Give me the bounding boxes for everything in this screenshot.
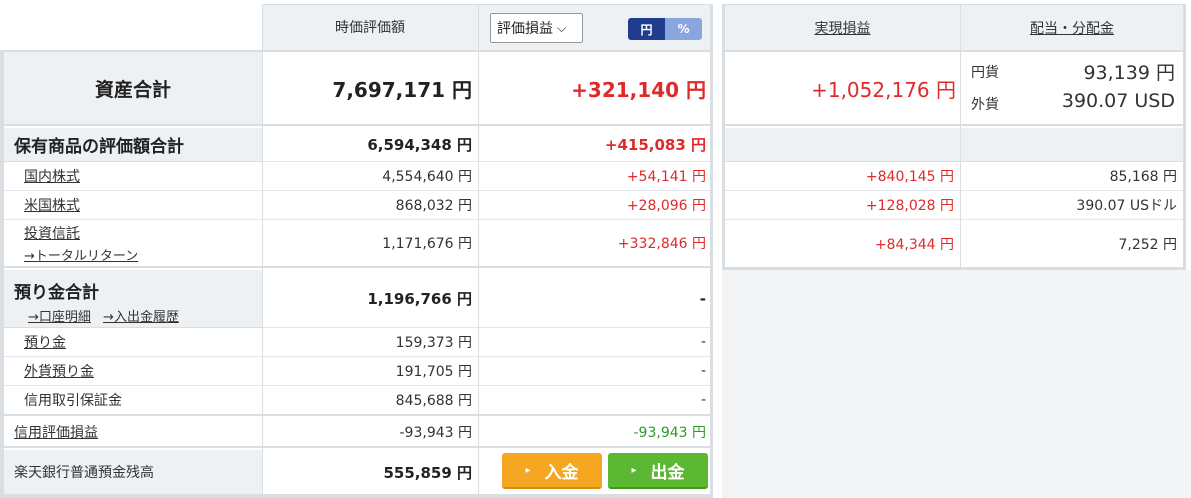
margin-gain-row: 信用評価損益 — [4, 418, 262, 448]
fx-deposit-gain: - — [478, 357, 712, 386]
fx-deposit-link[interactable]: 外貨預り金 — [24, 361, 94, 381]
deposit-links: →口座明細 →入出金履歴 — [28, 306, 187, 325]
deposit-row-margin: 信用取引保証金 — [4, 386, 262, 416]
header-valuation: 時価評価額 — [262, 4, 478, 52]
margin-gain-gain: -93,943 円 — [478, 418, 712, 448]
us-stocks-link[interactable]: 米国株式 — [24, 195, 80, 215]
withdraw-button[interactable]: ▸ 出金 — [608, 453, 708, 489]
total-return-link[interactable]: →トータルリターン — [24, 245, 138, 264]
total-realized-gain: +1,052,176 円 — [725, 52, 960, 126]
holdings-total-label: 保有商品の評価額合計 — [4, 128, 262, 162]
holdings-total-gain: +415,083 円 — [478, 128, 712, 162]
toggle-yen[interactable]: 円 — [628, 18, 665, 40]
chevron-down-icon: ⌵ — [557, 20, 567, 35]
total-assets-gain: +321,140 円 — [478, 52, 712, 126]
cash-deposit-link[interactable]: 預り金 — [24, 332, 66, 352]
cash-deposit-valuation: 159,373 円 — [262, 328, 478, 357]
deposits-total-valuation: 1,196,766 円 — [262, 270, 478, 328]
div-yen-label: 円貨 — [971, 65, 999, 81]
margin-gain-valuation: -93,943 円 — [262, 418, 478, 448]
right-col-divider — [960, 5, 961, 267]
margin-deposit-valuation: 845,688 円 — [262, 386, 478, 416]
div-fx-label: 外貨 — [971, 97, 999, 113]
us-stocks-valuation: 868,032 円 — [262, 191, 478, 220]
fund-realized: +84,344 円 — [874, 236, 954, 253]
bank-balance-label: 楽天銀行普通預金残高 — [4, 450, 262, 494]
investment-trust-valuation: 1,171,676 円 — [262, 220, 478, 268]
bank-balance-value: 555,859 円 — [383, 463, 472, 482]
top-border — [262, 4, 713, 5]
transfer-history-link[interactable]: →入出金履歴 — [103, 310, 179, 325]
right-border-left-table — [710, 4, 713, 498]
arrow-right-icon: ▸ — [631, 464, 637, 476]
total-assets-valuation: 7,697,171 円 — [262, 52, 478, 126]
domestic-stocks-gain: +54,141 円 — [478, 162, 712, 191]
deposit-button[interactable]: ▸ 入金 — [502, 453, 602, 489]
div-fx-value: 390.07 USD — [1061, 90, 1175, 112]
col-divider-1 — [262, 4, 263, 494]
realized-gain-header-link[interactable]: 実現損益 — [815, 18, 871, 38]
holdings-total-valuation: 6,594,348 円 — [262, 128, 478, 162]
left-border — [0, 52, 4, 498]
holding-row-domestic: 国内株式 — [4, 162, 262, 191]
toggle-percent[interactable]: % — [665, 18, 702, 40]
investment-trust-gain: +332,846 円 — [478, 220, 712, 268]
fund-dividend: 7,252 円 — [1118, 236, 1177, 253]
total-assets-label: 資産合計 — [4, 52, 262, 126]
cash-deposit-gain: - — [478, 328, 712, 357]
dividend-header-link[interactable]: 配当・分配金 — [1030, 18, 1114, 38]
investment-trust-link[interactable]: 投資信託 — [24, 223, 80, 243]
us-realized: +128,028 円 — [725, 191, 960, 220]
header-realized: 実現損益 — [725, 5, 960, 52]
right-empty-area — [722, 270, 1191, 498]
margin-deposit-gain: - — [478, 386, 712, 416]
domestic-realized: +840,145 円 — [725, 162, 960, 191]
deposit-button-label: 入金 — [544, 462, 579, 483]
bottom-border — [0, 494, 713, 498]
deposits-total-label: 預り金合計 — [14, 283, 99, 303]
us-stocks-gain: +28,096 円 — [478, 191, 712, 220]
div-yen-value: 93,139 円 — [1083, 62, 1175, 84]
gain-type-select[interactable]: 評価損益 ⌵ — [490, 13, 583, 43]
domestic-stocks-link[interactable]: 国内株式 — [24, 166, 80, 186]
margin-deposit-label: 信用取引保証金 — [24, 393, 122, 409]
domestic-stocks-valuation: 4,554,640 円 — [262, 162, 478, 191]
header-dividend: 配当・分配金 — [961, 5, 1183, 52]
arrow-right-icon: ▸ — [525, 464, 531, 476]
deposits-total-gain: - — [478, 270, 712, 328]
total-dividend-cell: 円貨 93,139 円 外貨 390.07 USD — [961, 52, 1183, 126]
col-divider-2 — [478, 4, 479, 494]
holding-row-us: 米国株式 — [4, 191, 262, 220]
us-dividend: 390.07 USドル — [961, 191, 1183, 220]
fx-deposit-valuation: 191,705 円 — [262, 357, 478, 386]
holding-row-funds: 投資信託 →トータルリターン — [4, 220, 262, 268]
dividend-holdings-blank — [961, 128, 1183, 162]
gain-type-select-value: 評価損益 — [497, 21, 553, 37]
realized-holdings-blank — [725, 128, 960, 162]
unit-toggle[interactable]: 円 % — [628, 18, 702, 40]
account-detail-link[interactable]: →口座明細 — [28, 310, 91, 325]
domestic-dividend: 85,168 円 — [961, 162, 1183, 191]
deposit-row-fx: 外貨預り金 — [4, 357, 262, 386]
margin-gain-link[interactable]: 信用評価損益 — [14, 422, 98, 442]
asset-summary-table: 時価評価額 評価損益 ⌵ 円 % 資産合計 7,697,171 円 +321,1… — [0, 0, 714, 498]
withdraw-button-label: 出金 — [650, 462, 685, 483]
deposit-row-cash: 預り金 — [4, 328, 262, 357]
header-empty — [0, 0, 262, 52]
